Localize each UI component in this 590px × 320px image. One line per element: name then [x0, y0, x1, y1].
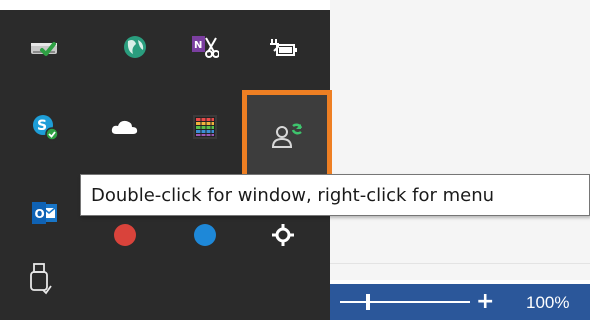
skype-tray-item[interactable]: S — [20, 102, 70, 152]
blue-app-icon — [194, 224, 216, 246]
usb-eject-icon — [30, 263, 52, 295]
battery-icon — [270, 39, 297, 56]
outlook-tray-item[interactable]: O — [20, 188, 70, 238]
svg-text:O: O — [35, 207, 45, 221]
zoom-slider[interactable] — [340, 301, 470, 303]
zoom-slider-thumb[interactable] — [366, 294, 370, 310]
tooltip: Double-click for window, right-click for… — [80, 174, 590, 216]
battery-tray-item[interactable] — [258, 22, 308, 72]
document-divider — [330, 263, 590, 264]
onenote-clipper-icon: N — [192, 36, 219, 58]
onedrive-tray-item[interactable] — [100, 102, 150, 152]
outlook-icon: O — [32, 202, 57, 224]
user-sync-tray-item[interactable] — [242, 90, 332, 180]
network-drive-icon — [31, 42, 57, 56]
gear-icon — [272, 224, 294, 246]
status-bar: + 100% — [330, 284, 590, 320]
partial-blue-tray-item[interactable] — [180, 210, 230, 260]
partial-gear-tray-item[interactable] — [258, 210, 308, 260]
zoom-in-button[interactable]: + — [476, 289, 494, 315]
document-area — [330, 0, 590, 280]
zoom-level[interactable]: 100% — [526, 293, 569, 313]
tooltip-text: Double-click for window, right-click for… — [91, 184, 495, 206]
partial-red-tray-item[interactable] — [100, 210, 150, 260]
system-tray-overflow: N S O — [0, 10, 332, 320]
color-grid-tray-item[interactable] — [180, 102, 230, 152]
onenote-clipper-tray-item[interactable]: N — [180, 22, 230, 72]
svg-text:N: N — [194, 40, 202, 51]
onedrive-icon — [111, 120, 138, 134]
skype-icon: S — [33, 115, 59, 141]
color-grid-app-icon — [193, 115, 217, 139]
usb-eject-tray-item[interactable] — [14, 254, 64, 304]
network-drive-tray-item[interactable] — [20, 22, 70, 72]
red-app-icon — [114, 224, 136, 246]
globe-sync-icon — [124, 36, 146, 58]
svg-text:S: S — [37, 118, 47, 134]
globe-sync-tray-item[interactable] — [110, 22, 160, 72]
user-sync-icon — [271, 123, 303, 148]
